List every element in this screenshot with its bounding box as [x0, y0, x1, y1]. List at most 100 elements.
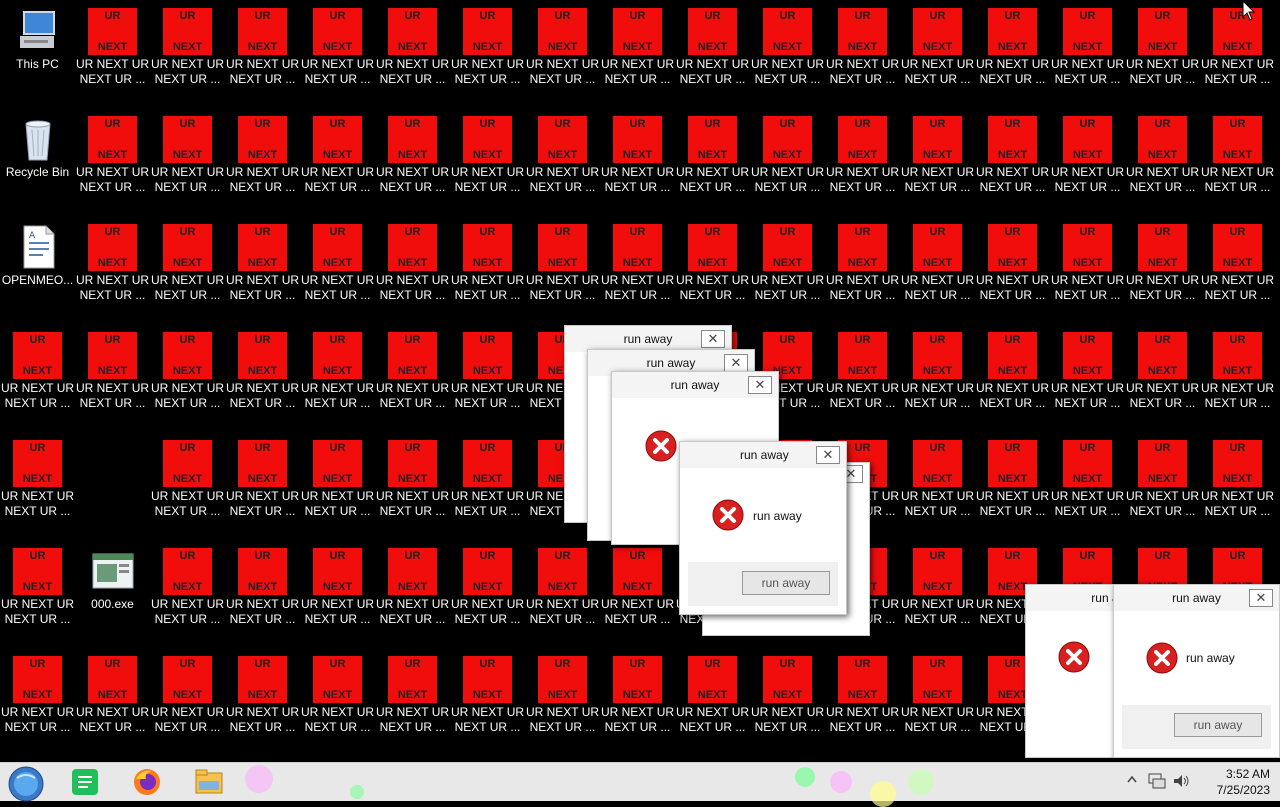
desktop-icon-ur-next[interactable]: URNEXTUR NEXT URNEXT UR ... [975, 216, 1050, 324]
desktop-icon-ur-next[interactable]: URNEXTUR NEXT URNEXT UR ... [1050, 216, 1125, 324]
desktop-icon-ur-next[interactable]: URNEXTUR NEXT URNEXT UR ... [75, 108, 150, 216]
desktop-icon-ur-next[interactable]: URNEXTUR NEXT URNEXT UR ... [1050, 432, 1125, 540]
desktop-icon-ur-next[interactable]: URNEXTUR NEXT URNEXT UR ... [225, 540, 300, 648]
desktop-icon-ur-next[interactable]: URNEXTUR NEXT URNEXT UR ... [900, 540, 975, 648]
desktop-icon-ur-next[interactable]: URNEXTUR NEXT URNEXT UR ... [0, 324, 75, 432]
desktop-icon-ur-next[interactable]: URNEXTUR NEXT URNEXT UR ... [150, 324, 225, 432]
desktop-icon-ur-next[interactable]: URNEXTUR NEXT URNEXT UR ... [525, 648, 600, 756]
desktop-icon-ur-next[interactable]: URNEXTUR NEXT URNEXT UR ... [75, 0, 150, 108]
desktop-icon-ur-next[interactable]: URNEXTUR NEXT URNEXT UR ... [375, 108, 450, 216]
desktop-icon-ur-next[interactable]: URNEXTUR NEXT URNEXT UR ... [675, 108, 750, 216]
desktop-icon-ur-next[interactable]: URNEXTUR NEXT URNEXT UR ... [450, 108, 525, 216]
desktop-icon-ur-next[interactable]: URNEXTUR NEXT URNEXT UR ... [1125, 108, 1200, 216]
desktop-icon-ur-next[interactable]: URNEXTUR NEXT URNEXT UR ... [225, 108, 300, 216]
desktop-icon-ur-next[interactable]: URNEXTUR NEXT URNEXT UR ... [750, 108, 825, 216]
desktop-icon-ur-next[interactable]: URNEXTUR NEXT URNEXT UR ... [825, 216, 900, 324]
desktop-icon-ur-next[interactable]: URNEXTUR NEXT URNEXT UR ... [225, 648, 300, 756]
desktop-icon-ur-next[interactable]: URNEXTUR NEXT URNEXT UR ... [300, 216, 375, 324]
desktop-icon-ur-next[interactable]: URNEXTUR NEXT URNEXT UR ... [450, 324, 525, 432]
close-button[interactable]: ✕ [1249, 589, 1273, 607]
start-button-icon[interactable] [8, 766, 44, 802]
desktop-icon-ur-next[interactable]: URNEXTUR NEXT URNEXT UR ... [525, 540, 600, 648]
desktop-icon-ur-next[interactable]: URNEXTUR NEXT URNEXT UR ... [1200, 216, 1275, 324]
desktop-icon-ur-next[interactable]: URNEXTUR NEXT URNEXT UR ... [825, 324, 900, 432]
desktop-icon-ur-next[interactable]: URNEXTUR NEXT URNEXT UR ... [225, 432, 300, 540]
desktop-icon-ur-next[interactable]: URNEXTUR NEXT URNEXT UR ... [1125, 216, 1200, 324]
desktop-icon-ur-next[interactable]: URNEXTUR NEXT URNEXT UR ... [525, 108, 600, 216]
desktop-icon-ur-next[interactable]: URNEXTUR NEXT URNEXT UR ... [300, 0, 375, 108]
volume-icon[interactable] [1172, 773, 1190, 789]
desktop-icon-ur-next[interactable]: URNEXTUR NEXT URNEXT UR ... [900, 324, 975, 432]
desktop-icon-ur-next[interactable]: URNEXTUR NEXT URNEXT UR ... [1200, 0, 1275, 108]
desktop-icon-ur-next[interactable]: URNEXTUR NEXT URNEXT UR ... [150, 648, 225, 756]
desktop-icon-ur-next[interactable]: URNEXTUR NEXT URNEXT UR ... [300, 324, 375, 432]
desktop-icon-ur-next[interactable]: URNEXTUR NEXT URNEXT UR ... [600, 216, 675, 324]
desktop-icon-ur-next[interactable]: URNEXTUR NEXT URNEXT UR ... [600, 0, 675, 108]
desktop-icon-ur-next[interactable]: URNEXTUR NEXT URNEXT UR ... [1200, 108, 1275, 216]
desktop-icon-ur-next[interactable]: URNEXTUR NEXT URNEXT UR ... [375, 432, 450, 540]
desktop-icon-ur-next[interactable]: URNEXTUR NEXT URNEXT UR ... [0, 648, 75, 756]
close-button[interactable]: ✕ [748, 376, 772, 394]
file-explorer-icon[interactable] [194, 767, 224, 797]
close-button[interactable]: ✕ [724, 354, 748, 372]
desktop-icon-ur-next[interactable]: URNEXTUR NEXT URNEXT UR ... [375, 648, 450, 756]
desktop-icon-ur-next[interactable]: URNEXTUR NEXT URNEXT UR ... [450, 0, 525, 108]
desktop-icon-ur-next[interactable]: URNEXTUR NEXT URNEXT UR ... [525, 0, 600, 108]
desktop-icon-ur-next[interactable]: URNEXTUR NEXT URNEXT UR ... [600, 108, 675, 216]
show-hidden-icons-icon[interactable] [1127, 775, 1137, 783]
desktop-icon-ur-next[interactable]: URNEXTUR NEXT URNEXT UR ... [450, 540, 525, 648]
desktop-icon-ur-next[interactable]: URNEXTUR NEXT URNEXT UR ... [375, 324, 450, 432]
desktop-icon-ur-next[interactable]: URNEXTUR NEXT URNEXT UR ... [975, 108, 1050, 216]
run-away-button[interactable]: run away [1174, 713, 1262, 737]
desktop-icon-ur-next[interactable]: URNEXTUR NEXT URNEXT UR ... [1050, 108, 1125, 216]
desktop-icon-ur-next[interactable]: URNEXTUR NEXT URNEXT UR ... [450, 648, 525, 756]
desktop-icon-ur-next[interactable]: URNEXTUR NEXT URNEXT UR ... [900, 108, 975, 216]
desktop-icon-ur-next[interactable]: URNEXTUR NEXT URNEXT UR ... [375, 0, 450, 108]
desktop-icon-ur-next[interactable]: URNEXTUR NEXT URNEXT UR ... [1050, 324, 1125, 432]
run-away-button[interactable]: run away [742, 571, 830, 595]
desktop-icon-ur-next[interactable]: URNEXTUR NEXT URNEXT UR ... [750, 0, 825, 108]
desktop-icon-ur-next[interactable]: URNEXTUR NEXT URNEXT UR ... [75, 324, 150, 432]
desktop-icon-ur-next[interactable]: URNEXTUR NEXT URNEXT UR ... [825, 0, 900, 108]
desktop-icon-ur-next[interactable]: URNEXTUR NEXT URNEXT UR ... [225, 0, 300, 108]
desktop-icon-ur-next[interactable]: URNEXTUR NEXT URNEXT UR ... [1125, 432, 1200, 540]
desktop-icon-ur-next[interactable]: URNEXTUR NEXT URNEXT UR ... [825, 108, 900, 216]
desktop-icon-ur-next[interactable]: URNEXTUR NEXT URNEXT UR ... [900, 648, 975, 756]
spreadsheet-app-icon[interactable] [70, 767, 100, 797]
desktop-icon-ur-next[interactable]: URNEXTUR NEXT URNEXT UR ... [975, 324, 1050, 432]
desktop-icon-ur-next[interactable]: URNEXTUR NEXT URNEXT UR ... [225, 216, 300, 324]
firefox-icon[interactable] [132, 767, 162, 797]
desktop-icon-ur-next[interactable]: URNEXTUR NEXT URNEXT UR ... [150, 108, 225, 216]
desktop-icon-ur-next[interactable]: URNEXTUR NEXT URNEXT UR ... [900, 0, 975, 108]
desktop-icon-ur-next[interactable]: URNEXTUR NEXT URNEXT UR ... [600, 540, 675, 648]
desktop-icon-ur-next[interactable]: URNEXTUR NEXT URNEXT UR ... [1050, 0, 1125, 108]
desktop-icon-ur-next[interactable]: URNEXTUR NEXT URNEXT UR ... [1125, 324, 1200, 432]
desktop-icon-ur-next[interactable]: URNEXTUR NEXT URNEXT UR ... [75, 216, 150, 324]
desktop-icon-ur-next[interactable]: URNEXTUR NEXT URNEXT UR ... [150, 216, 225, 324]
desktop-icon-recycle-bin[interactable]: Recycle Bin [0, 108, 75, 216]
network-icon[interactable] [1148, 773, 1166, 789]
desktop-icon-ur-next[interactable]: URNEXTUR NEXT URNEXT UR ... [450, 216, 525, 324]
desktop-icon-ur-next[interactable]: URNEXTUR NEXT URNEXT UR ... [225, 324, 300, 432]
desktop-icon-ur-next[interactable]: URNEXTUR NEXT URNEXT UR ... [675, 0, 750, 108]
desktop-icon-ur-next[interactable]: URNEXTUR NEXT URNEXT UR ... [525, 216, 600, 324]
desktop-icon-ur-next[interactable]: URNEXTUR NEXT URNEXT UR ... [300, 432, 375, 540]
error-dialog-right-front[interactable]: run away ✕ run away run away [1113, 584, 1280, 758]
desktop-icon-ur-next[interactable]: URNEXTUR NEXT URNEXT UR ... [750, 648, 825, 756]
desktop-icon-ur-next[interactable]: URNEXTUR NEXT URNEXT UR ... [0, 540, 75, 648]
error-dialog-front[interactable]: run away ✕ run away run away [679, 441, 847, 615]
desktop-icon-ur-next[interactable]: URNEXTUR NEXT URNEXT UR ... [150, 432, 225, 540]
desktop-icon-ur-next[interactable]: URNEXTUR NEXT URNEXT UR ... [975, 432, 1050, 540]
desktop-icon-ur-next[interactable]: URNEXTUR NEXT URNEXT UR ... [375, 540, 450, 648]
desktop-icon-ur-next[interactable]: URNEXTUR NEXT URNEXT UR ... [975, 0, 1050, 108]
desktop-icon-ur-next[interactable]: URNEXTUR NEXT URNEXT UR ... [900, 216, 975, 324]
desktop-icon-ur-next[interactable]: URNEXTUR NEXT URNEXT UR ... [825, 648, 900, 756]
desktop-icon-ur-next[interactable]: URNEXTUR NEXT URNEXT UR ... [900, 432, 975, 540]
close-button[interactable]: ✕ [701, 330, 725, 348]
desktop-icon-ur-next[interactable]: URNEXTUR NEXT URNEXT UR ... [1200, 432, 1275, 540]
system-clock[interactable]: 3:52 AM 7/25/2023 [1217, 766, 1270, 798]
desktop-icon-ur-next[interactable]: URNEXTUR NEXT URNEXT UR ... [150, 540, 225, 648]
desktop-icon-ur-next[interactable]: URNEXTUR NEXT URNEXT UR ... [300, 540, 375, 648]
desktop-icon-ur-next[interactable]: URNEXTUR NEXT URNEXT UR ... [300, 108, 375, 216]
close-button[interactable]: ✕ [816, 446, 840, 464]
